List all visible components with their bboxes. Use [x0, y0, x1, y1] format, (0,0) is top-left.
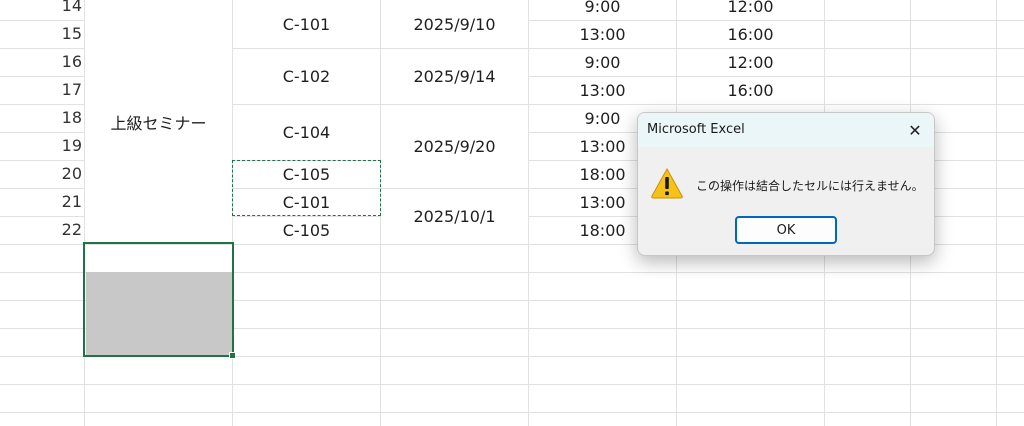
end-time-cell[interactable]: 12:00 — [677, 0, 824, 20]
error-dialog: Microsoft Excel ✕ この操作は結合したセルには行えません。 OK — [637, 112, 935, 256]
dialog-title: Microsoft Excel — [647, 122, 745, 137]
start-time-cell[interactable]: 13:00 — [529, 21, 676, 48]
end-time-cell[interactable]: 12:00 — [677, 49, 824, 76]
room-cell[interactable]: C-104 — [233, 105, 380, 160]
date-cell[interactable]: 2025/10/1 — [381, 189, 528, 244]
end-time-cell[interactable]: 16:00 — [677, 21, 824, 48]
gridline — [0, 384, 1024, 385]
dialog-titlebar[interactable]: Microsoft Excel ✕ — [638, 113, 934, 147]
date-cell[interactable]: 2025/9/14 — [381, 49, 528, 104]
room-cell[interactable]: C-101 — [233, 0, 380, 48]
row-number: 18 — [61, 108, 82, 127]
date-cell[interactable]: 2025/9/10 — [381, 0, 528, 48]
row-number: 15 — [61, 24, 82, 43]
date-cell[interactable]: 2025/9/20 — [381, 105, 528, 188]
start-time-cell[interactable]: 9:00 — [529, 0, 676, 20]
row-number: 16 — [61, 52, 82, 71]
row-number: 17 — [61, 80, 82, 99]
gridline — [996, 0, 997, 426]
gridline — [0, 412, 1024, 413]
close-icon[interactable]: ✕ — [900, 116, 930, 144]
row-number: 14 — [61, 0, 82, 15]
copy-marquee — [232, 160, 381, 216]
course-merged-cell[interactable]: 上級セミナー — [85, 0, 232, 244]
warning-icon — [651, 167, 683, 199]
dialog-message: この操作は結合したセルには行えません。 — [696, 179, 924, 193]
row-number: 22 — [61, 220, 82, 239]
selected-range[interactable] — [83, 242, 234, 357]
room-cell[interactable]: C-105 — [233, 217, 380, 244]
end-time-cell[interactable]: 16:00 — [677, 77, 824, 104]
start-time-cell[interactable]: 9:00 — [529, 49, 676, 76]
row-number: 19 — [61, 136, 82, 155]
start-time-cell[interactable]: 13:00 — [529, 77, 676, 104]
row-number: 20 — [61, 164, 82, 183]
ok-button[interactable]: OK — [735, 216, 837, 244]
fill-handle[interactable] — [229, 352, 236, 359]
room-cell[interactable]: C-102 — [233, 49, 380, 104]
row-number: 21 — [61, 192, 82, 211]
